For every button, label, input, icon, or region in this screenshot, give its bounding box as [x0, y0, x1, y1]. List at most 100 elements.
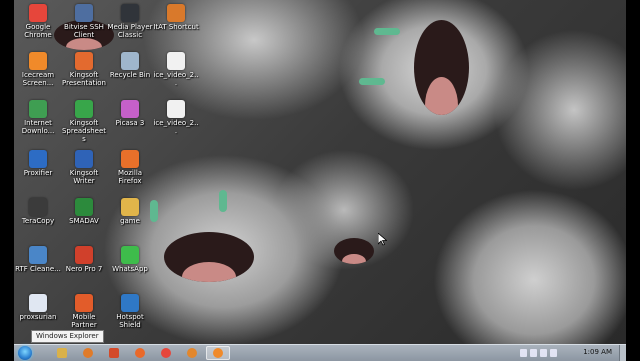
hotspot-shield-icon	[121, 294, 139, 312]
desktop-icon-icecream-screen[interactable]: Icecream Screen...	[15, 52, 61, 87]
desktop-icon-label: Proxifier	[23, 169, 53, 177]
desktop-icon-label: Bitvise SSH Client	[64, 23, 104, 39]
proxifier-icon	[29, 150, 47, 168]
desktop-icon-ice-video-1[interactable]: ice_video_2...	[153, 52, 199, 87]
whatsapp-icon	[121, 246, 139, 264]
mouse-cursor-icon	[378, 233, 387, 246]
tray-app-icon[interactable]	[530, 349, 537, 357]
icecream-icon	[213, 348, 223, 358]
desktop-icon-teracopy[interactable]: TeraCopy	[15, 198, 61, 225]
network-icon[interactable]	[520, 349, 527, 357]
desktop-icon-media-player-classic[interactable]: Media Player Classic	[107, 4, 153, 39]
document-icon	[29, 294, 47, 312]
desktop-icon-game-folder[interactable]: game	[107, 198, 153, 225]
desktop-icon-label: Kingsoft Presentation	[62, 71, 106, 87]
desktop-icon-kingsoft-writer[interactable]: Kingsoft Writer	[61, 150, 107, 185]
taskbar-mozilla-firefox[interactable]	[128, 346, 152, 360]
wallpaper-eye-decoration	[219, 190, 227, 212]
desktop-icon-label: Hotspot Shield	[116, 313, 144, 329]
desktop-icon-proxifier[interactable]: Proxifier	[15, 150, 61, 177]
desktop-icon-label: SMADAV	[69, 217, 99, 225]
desktop-icon-label: ice_video_2...	[153, 119, 199, 135]
desktop-icon-rtf-cleaner[interactable]: RTF Cleane...	[15, 246, 61, 273]
desktop-icon-label: Kingsoft Spreadsheets	[61, 119, 107, 143]
kingsoft-writer-icon	[75, 150, 93, 168]
shortcut-icon	[167, 4, 185, 22]
taskbar-kingsoft[interactable]	[102, 346, 126, 360]
folder-icon	[121, 198, 139, 216]
wallpaper-eye-decoration	[374, 28, 400, 35]
video-file-icon	[167, 100, 185, 118]
video-file-icon	[167, 52, 185, 70]
desktop-icon-label: Internet Downlo...	[21, 119, 55, 135]
firefox-icon	[135, 348, 145, 358]
picasa-icon	[121, 100, 139, 118]
taskbar-windows-explorer[interactable]	[50, 346, 74, 360]
desktop-icon-proxsurian[interactable]: proxsurian	[15, 294, 61, 321]
kingsoft-spreadsheets-icon	[75, 100, 93, 118]
taskbar: 1:09 AM	[14, 344, 626, 361]
firefox-icon	[121, 150, 139, 168]
kingsoft-icon	[109, 348, 119, 358]
desktop-icon-mobile-partner[interactable]: Mobile Partner	[61, 294, 107, 329]
rtf-cleaner-icon	[29, 246, 47, 264]
desktop-icon-label: Icecream Screen...	[21, 71, 55, 87]
desktop-icon-label: Nero Pro 7	[65, 265, 103, 273]
system-clock[interactable]: 1:09 AM	[583, 348, 612, 356]
desktop-icon-kingsoft-presentation[interactable]: Kingsoft Presentation	[61, 52, 107, 87]
download-manager-icon	[29, 100, 47, 118]
volume-icon[interactable]	[540, 349, 547, 357]
desktop-icon-label: proxsurian	[19, 313, 57, 321]
desktop-icon-label: ice_video_2...	[153, 71, 199, 87]
bitvise-ssh-icon	[75, 4, 93, 22]
desktop-icon-nero-pro[interactable]: Nero Pro 7	[61, 246, 107, 273]
taskbar-media-player-classic[interactable]	[180, 346, 204, 360]
desktop-icon-label: Media Player Classic	[107, 23, 153, 39]
desktop-icon-bitvise-ssh-client[interactable]: Bitvise SSH Client	[61, 4, 107, 39]
taskbar-google-chrome[interactable]	[154, 346, 178, 360]
desktop-icon-whatsapp[interactable]: WhatsApp	[107, 246, 153, 273]
desktop-wallpaper: Google Chrome Bitvise SSH Client Media P…	[14, 0, 626, 344]
wallpaper-eye-decoration	[359, 78, 385, 85]
desktop-icon-label: Mobile Partner	[71, 313, 97, 329]
google-chrome-icon	[161, 348, 171, 358]
icecream-icon	[29, 52, 47, 70]
desktop-icon-recycle-bin[interactable]: Recycle Bin	[107, 52, 153, 79]
kingsoft-presentation-icon	[75, 52, 93, 70]
media-player-icon	[83, 348, 93, 358]
desktop-icon-kingsoft-spreadsheets[interactable]: Kingsoft Spreadsheets	[61, 100, 107, 143]
desktop-icon-label: Picasa 3	[115, 119, 145, 127]
folder-icon	[57, 348, 67, 358]
desktop-icon-label: Kingsoft Writer	[69, 169, 99, 185]
taskbar-icecream-screen-recorder[interactable]	[206, 346, 230, 360]
google-chrome-icon	[29, 4, 47, 22]
desktop-icon-label: WhatsApp	[112, 265, 148, 273]
desktop-icon-label: Mozilla Firefox	[117, 169, 143, 185]
wallpaper-mouth-decoration	[164, 232, 254, 282]
desktop-icon-picasa[interactable]: Picasa 3	[107, 100, 153, 127]
desktop-icon-label: RTF Cleane...	[15, 265, 61, 273]
desktop-icon-smadav[interactable]: SMADAV	[61, 198, 107, 225]
desktop-icon-hotspot-shield[interactable]: Hotspot Shield	[107, 294, 153, 329]
desktop-icon-google-chrome[interactable]: Google Chrome	[15, 4, 61, 39]
wallpaper-mouth-decoration	[334, 238, 374, 264]
taskbar-media-player[interactable]	[76, 346, 100, 360]
mobile-partner-icon	[75, 294, 93, 312]
desktop-icon-ice-video-2[interactable]: ice_video_2...	[153, 100, 199, 135]
teracopy-icon	[29, 198, 47, 216]
desktop-icon-label: Recycle Bin	[109, 71, 151, 79]
smadav-icon	[75, 198, 93, 216]
desktop-icon-label: TeraCopy	[21, 217, 55, 225]
desktop-icon-label: ItAT Shortcut	[153, 23, 199, 31]
show-desktop-button[interactable]	[619, 345, 626, 361]
desktop-icon-itat-shortcut[interactable]: ItAT Shortcut	[153, 4, 199, 31]
media-player-classic-icon	[187, 348, 197, 358]
battery-icon[interactable]	[550, 349, 557, 357]
taskbar-tooltip: Windows Explorer	[31, 330, 104, 343]
desktop-icon-internet-download-manager[interactable]: Internet Downlo...	[15, 100, 61, 135]
recycle-bin-icon	[121, 52, 139, 70]
desktop-icon-mozilla-firefox[interactable]: Mozilla Firefox	[107, 150, 153, 185]
nero-icon	[75, 246, 93, 264]
start-button[interactable]	[18, 346, 32, 360]
media-player-icon	[121, 4, 139, 22]
